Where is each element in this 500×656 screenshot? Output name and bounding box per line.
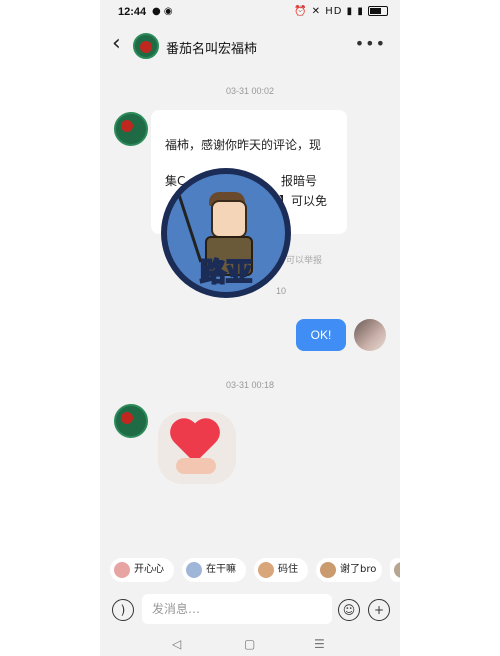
input-bar: ) 发消息… ☺ + <box>100 590 400 630</box>
emoji-button[interactable]: ☺ <box>338 599 360 621</box>
sender-avatar[interactable] <box>114 112 148 146</box>
sticker-icon <box>394 562 400 578</box>
message-line: 报暗号 <box>281 174 318 188</box>
sticker-icon <box>320 562 336 578</box>
fishing-logo-overlay: 路亚 <box>161 168 291 298</box>
character-head-icon <box>211 200 247 238</box>
sticker-icon <box>258 562 274 578</box>
battery-icon <box>368 6 388 16</box>
voice-button[interactable]: ) <box>112 599 134 621</box>
back-button[interactable]: ‹ <box>112 32 121 56</box>
quick-reply-label: 谢了bro <box>340 564 377 575</box>
heart-sticker[interactable] <box>158 412 236 484</box>
phone-screen: 12:44 ● ◉ ⏰ ✕ HD ▮ ▮ ‹ 番茄名叫宏福柿 ••• 03-31… <box>100 0 400 656</box>
nav-home-icon[interactable]: ▢ <box>244 637 255 651</box>
message-line: 福柿，感谢你昨天的评论，现 <box>165 138 322 152</box>
quick-reply-chip[interactable]: 谢了bro <box>316 558 382 582</box>
sticker-icon <box>186 562 202 578</box>
system-icons: ⏰ ✕ HD ▮ ▮ <box>294 6 388 17</box>
contact-avatar[interactable] <box>133 33 159 59</box>
status-time: 12:44 <box>118 6 147 18</box>
sticker-icon <box>114 562 130 578</box>
quick-reply-label: 开心心 <box>134 564 164 575</box>
quick-reply-chip[interactable]: 开心心 <box>110 558 174 582</box>
report-hint[interactable]: 可以举报 <box>286 253 322 266</box>
quick-reply-chip[interactable]: 在干嘛 <box>182 558 246 582</box>
message-input[interactable]: 发消息… <box>142 594 332 624</box>
quick-reply-chip-overflow[interactable] <box>390 558 400 582</box>
message-line: 】可以免 <box>279 194 328 208</box>
nav-back-icon[interactable]: ◁ <box>172 637 181 651</box>
timestamp: 03-31 00:02 <box>225 86 275 96</box>
quick-reply-label: 在干嘛 <box>206 564 236 575</box>
hands-icon <box>176 458 216 474</box>
system-nav-bar: ◁ ▢ ☰ <box>100 634 400 656</box>
logo-text: 路亚 <box>199 257 253 289</box>
nav-menu-icon[interactable]: ☰ <box>314 637 325 651</box>
quick-reply-chip[interactable]: 码住 <box>254 558 308 582</box>
timestamp: 03-31 00:18 <box>225 380 275 390</box>
status-bar: 12:44 ● ◉ ⏰ ✕ HD ▮ ▮ <box>100 0 400 26</box>
outgoing-message-bubble[interactable]: OK! <box>296 319 346 351</box>
quick-reply-label: 码住 <box>278 564 298 575</box>
sender-avatar[interactable] <box>114 404 148 438</box>
fishing-rod-icon <box>174 185 203 263</box>
quick-reply-bar: 开心心 在干嘛 码住 谢了bro <box>100 556 400 586</box>
chat-header: ‹ 番茄名叫宏福柿 ••• <box>100 28 400 64</box>
more-button[interactable]: ••• <box>355 34 386 53</box>
notification-icons: ● ◉ <box>152 6 173 17</box>
add-button[interactable]: + <box>368 599 390 621</box>
my-avatar[interactable] <box>354 319 386 351</box>
contact-name: 番茄名叫宏福柿 <box>166 42 258 57</box>
